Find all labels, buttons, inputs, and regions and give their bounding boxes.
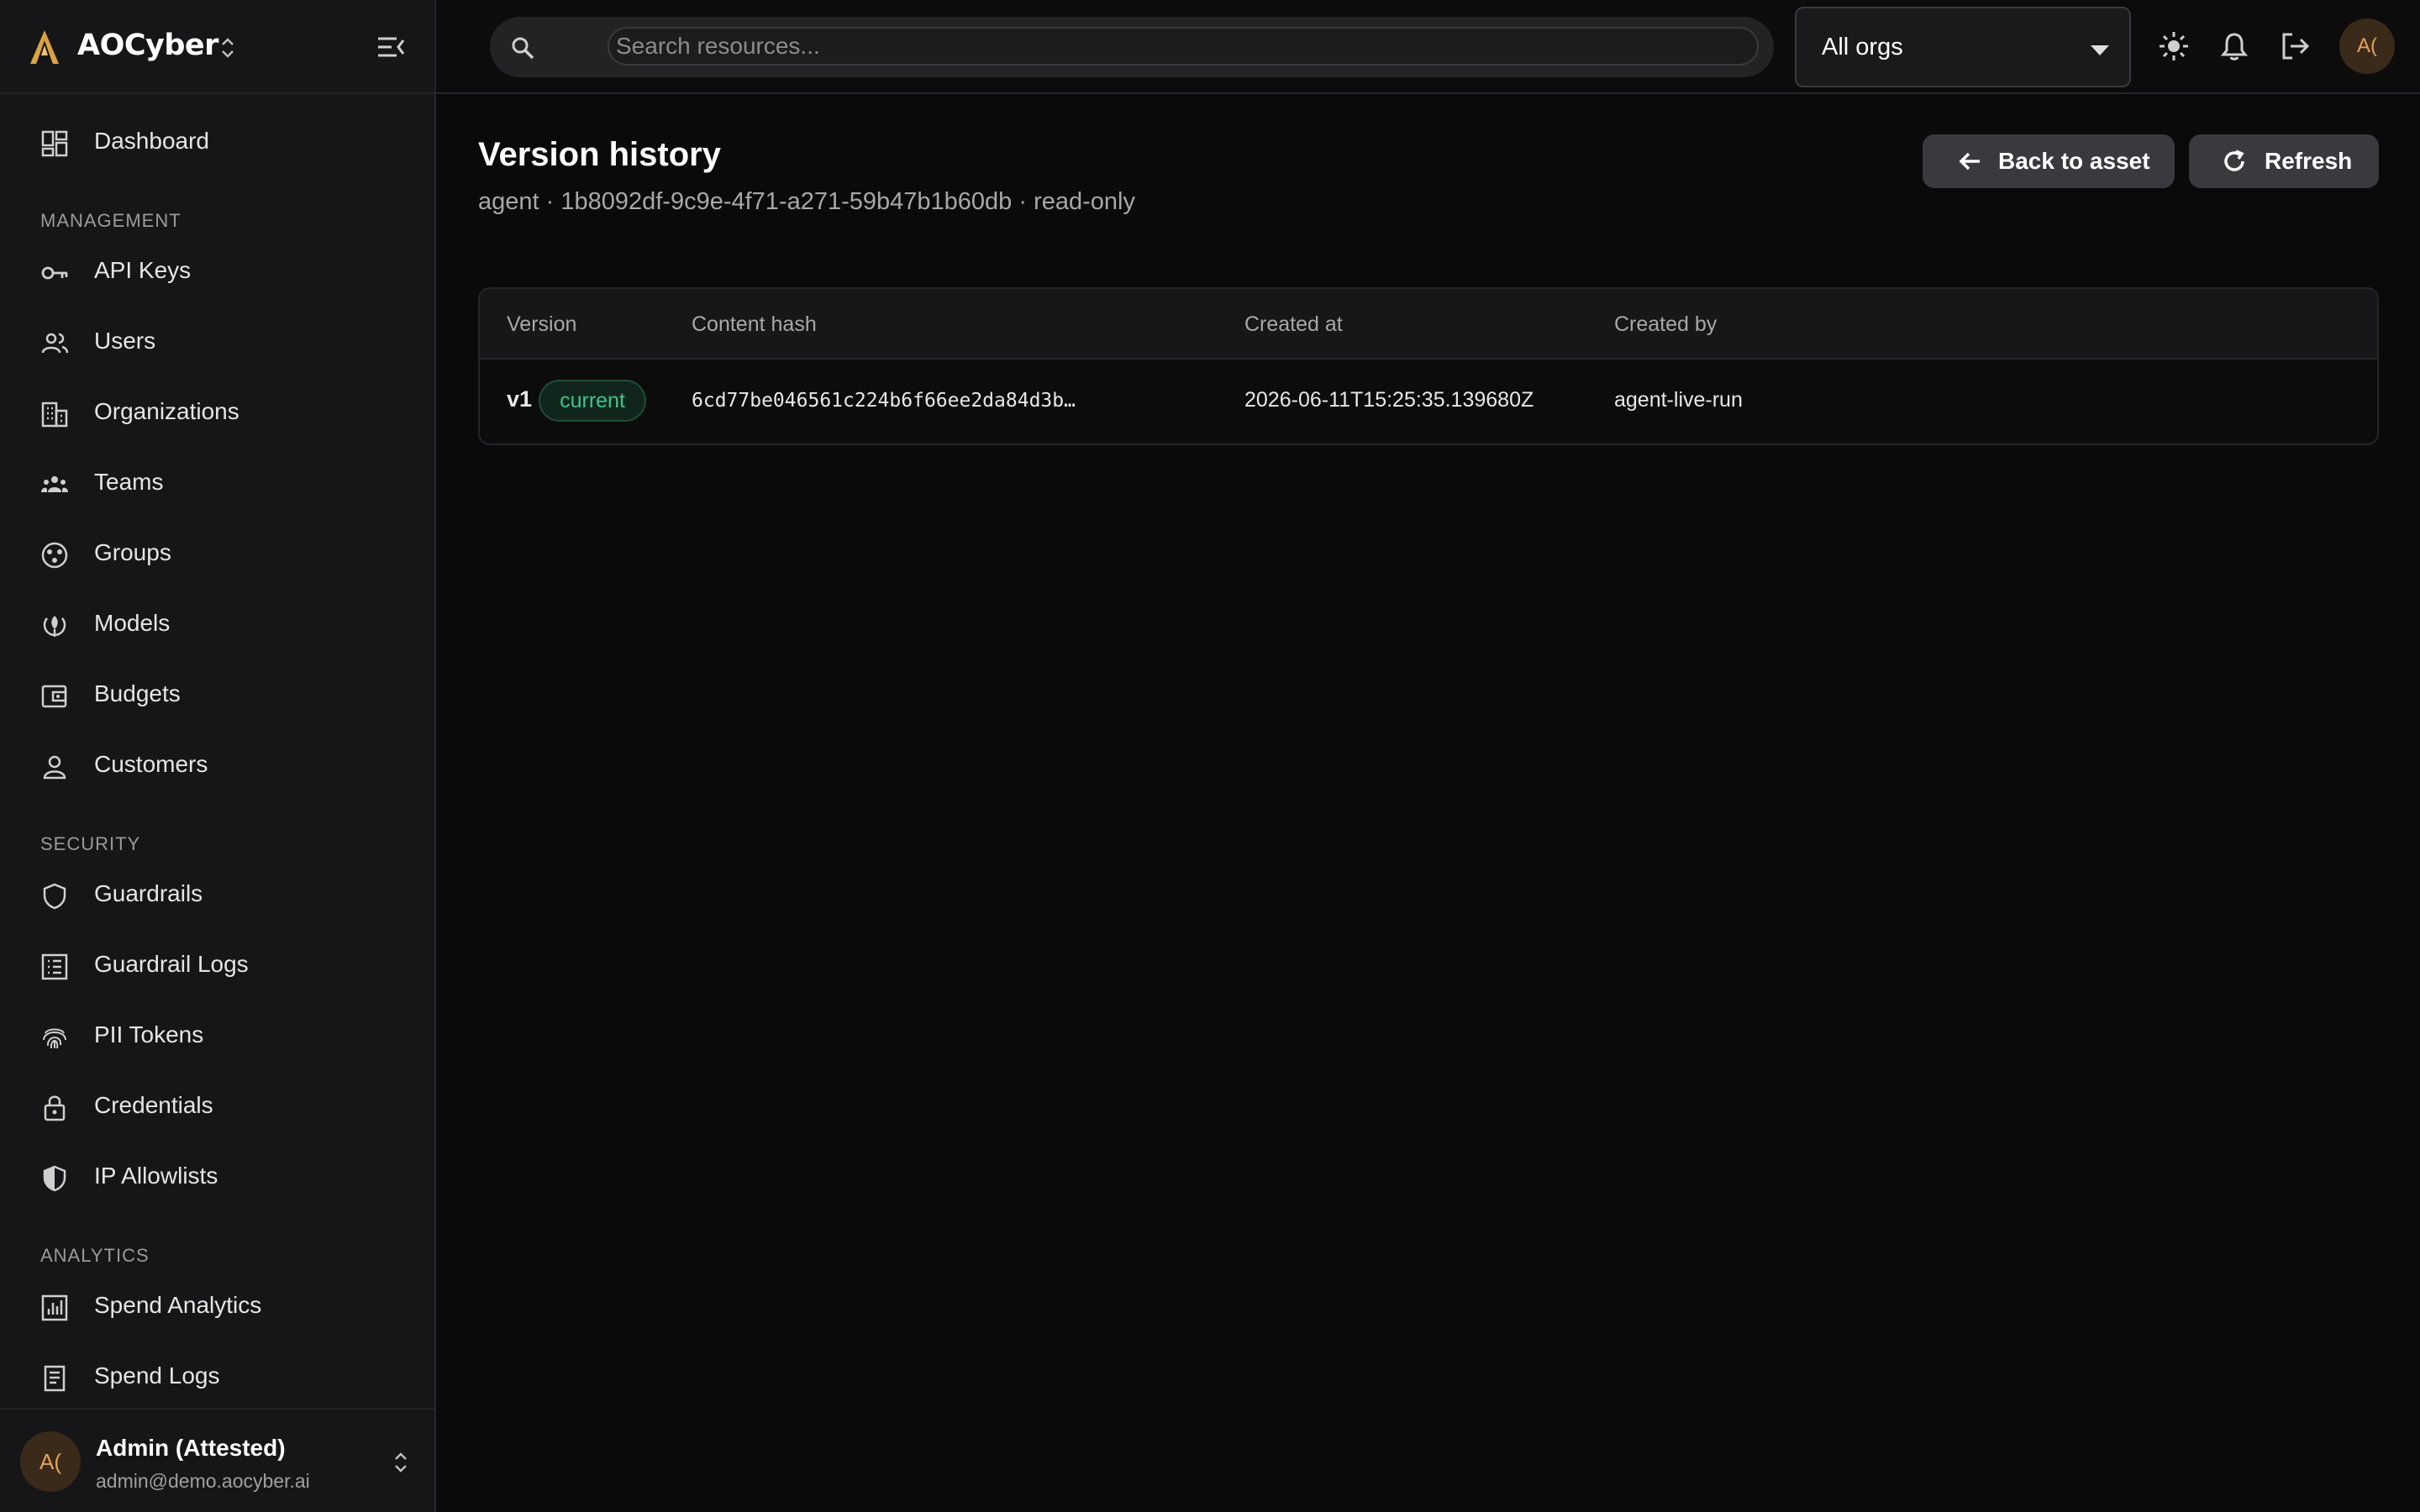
- aocyber-logo-icon: [30, 30, 59, 64]
- section-title-analytics: ANALYTICS: [40, 1245, 150, 1266]
- receipt-icon: [44, 1365, 66, 1392]
- sidebar-item-api-keys[interactable]: API Keys: [20, 245, 415, 299]
- collapse-sidebar-icon[interactable]: [376, 34, 405, 60]
- models-icon: [43, 616, 66, 637]
- sidebar-item-label: Guardrails: [94, 880, 203, 906]
- search-bar: [490, 17, 1774, 77]
- shield-half-icon: [43, 1165, 66, 1192]
- sidebar-item-teams[interactable]: Teams: [20, 457, 415, 511]
- table-header: Version Content hash Created at Created …: [480, 289, 2377, 360]
- sidebar-item-guardrails[interactable]: Guardrails: [20, 869, 415, 922]
- refresh-label: Refresh: [2265, 148, 2353, 174]
- shield-icon: [43, 883, 66, 910]
- search-icon: [512, 37, 534, 60]
- sidebar-item-groups[interactable]: Groups: [20, 528, 415, 581]
- created-by-cell: agent-live-run: [1614, 388, 1743, 412]
- sidebar-item-ip-allowlists[interactable]: IP Allowlists: [20, 1151, 415, 1205]
- back-to-asset-label: Back to asset: [1998, 148, 2150, 174]
- sidebar-item-label: Dashboard: [94, 128, 209, 154]
- sidebar-item-label: IP Allowlists: [94, 1163, 218, 1189]
- brand-name: AOCyber: [77, 29, 218, 62]
- section-title-security: SECURITY: [40, 833, 141, 854]
- org-select-value: All orgs: [1822, 34, 1903, 60]
- sidebar-item-organizations[interactable]: Organizations: [20, 386, 415, 440]
- key-icon: [41, 266, 68, 280]
- section-title-management: MANAGEMENT: [40, 210, 182, 231]
- sidebar-item-dashboard[interactable]: Dashboard: [20, 116, 415, 170]
- column-header-created-by: Created by: [1614, 312, 1718, 336]
- users-icon: [41, 333, 69, 354]
- main-content: Version history agent · 1b8092df-9c9e-4f…: [436, 94, 2420, 1512]
- back-to-asset-button[interactable]: Back to asset: [1923, 134, 2175, 188]
- sidebar-item-label: Organizations: [94, 398, 239, 424]
- person-icon: [43, 755, 66, 780]
- sidebar-item-budgets[interactable]: Budgets: [20, 669, 415, 722]
- sidebar-item-users[interactable]: Users: [20, 316, 415, 370]
- sidebar-item-models[interactable]: Models: [20, 598, 415, 652]
- refresh-icon: [2224, 150, 2244, 171]
- avatar: A(: [20, 1431, 81, 1492]
- caret-down-icon: [2091, 45, 2109, 55]
- sidebar-item-label: Credentials: [94, 1092, 213, 1118]
- content-hash-cell: 6cd77be046561c224b6f66ee2da84d3b…: [692, 390, 1076, 412]
- teams-icon: [41, 476, 68, 492]
- sidebar-item-label: Spend Analytics: [94, 1292, 262, 1318]
- table-row[interactable]: v1 current 6cd77be046561c224b6f66ee2da84…: [480, 360, 2377, 444]
- sidebar-item-pii-tokens[interactable]: PII Tokens: [20, 1010, 415, 1063]
- sidebar-item-label: Users: [94, 328, 156, 354]
- version-cell: v1: [507, 386, 533, 412]
- created-at-cell: 2026-06-11T15:25:35.139680Z: [1244, 388, 1534, 412]
- lock-icon: [44, 1095, 66, 1121]
- org-select[interactable]: All orgs: [1795, 7, 2131, 87]
- building-icon: [41, 402, 68, 428]
- groups-icon: [41, 542, 68, 569]
- list-icon: [41, 953, 68, 980]
- column-header-content-hash: Content hash: [692, 312, 817, 336]
- column-header-created-at: Created at: [1244, 312, 1343, 336]
- topbar: All orgs A(: [436, 0, 2420, 94]
- page-subtitle: agent · 1b8092df-9c9e-4f71-a271-59b47b1b…: [478, 188, 1135, 215]
- sidebar: AOCyber Dashboard MANAGEMENT API Keys Us…: [0, 0, 436, 1512]
- sidebar-item-label: PII Tokens: [94, 1021, 204, 1047]
- sidebar-item-label: Guardrail Logs: [94, 951, 249, 977]
- search-input[interactable]: [608, 27, 1759, 66]
- refresh-button[interactable]: Refresh: [2189, 134, 2379, 188]
- chevron-up-down-icon[interactable]: [393, 1450, 408, 1475]
- dashboard-icon: [41, 130, 68, 157]
- version-table: Version Content hash Created at Created …: [478, 287, 2379, 445]
- page-title: Version history: [478, 136, 721, 173]
- sidebar-item-label: Groups: [94, 539, 171, 565]
- column-header-version: Version: [507, 312, 577, 336]
- arrow-left-icon: [1959, 152, 1980, 171]
- logout-icon[interactable]: [2279, 30, 2311, 62]
- sidebar-item-credentials[interactable]: Credentials: [20, 1080, 415, 1134]
- bell-icon[interactable]: [2218, 30, 2250, 62]
- sidebar-item-label: Teams: [94, 469, 164, 495]
- sidebar-item-customers[interactable]: Customers: [20, 739, 415, 793]
- sidebar-item-guardrail-logs[interactable]: Guardrail Logs: [20, 939, 415, 993]
- sidebar-item-label: Spend Logs: [94, 1362, 220, 1389]
- fingerprint-icon: [43, 1028, 66, 1049]
- avatar[interactable]: A(: [2339, 18, 2395, 74]
- sidebar-item-label: Models: [94, 610, 171, 636]
- chart-icon: [41, 1294, 68, 1321]
- sidebar-item-spend-logs[interactable]: Spend Logs: [20, 1351, 415, 1404]
- sidebar-item-label: Customers: [94, 751, 208, 777]
- wallet-icon: [41, 685, 67, 708]
- sidebar-item-label: API Keys: [94, 257, 192, 283]
- org-switch-chevrons-icon[interactable]: [220, 35, 235, 60]
- sidebar-item-spend-analytics[interactable]: Spend Analytics: [20, 1280, 415, 1334]
- status-badge: current: [539, 380, 646, 422]
- sidebar-item-label: Budgets: [94, 680, 181, 706]
- theme-toggle-sun-icon[interactable]: [2158, 30, 2190, 62]
- user-name: Admin (Attested): [96, 1435, 286, 1461]
- brand-header: AOCyber: [0, 0, 434, 94]
- user-menu[interactable]: A( Admin (Attested) admin@demo.aocyber.a…: [0, 1408, 434, 1512]
- user-email: admin@demo.aocyber.ai: [96, 1470, 310, 1492]
